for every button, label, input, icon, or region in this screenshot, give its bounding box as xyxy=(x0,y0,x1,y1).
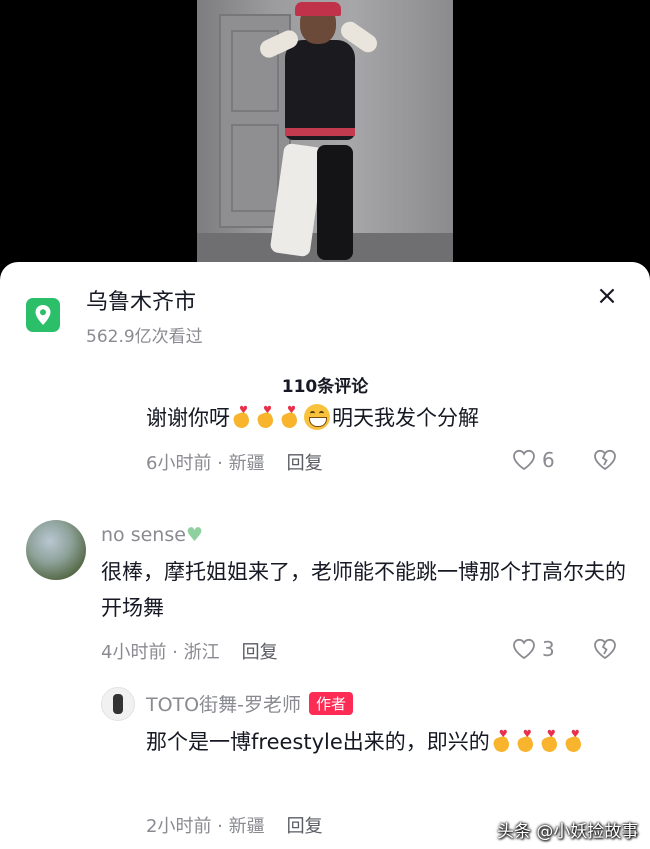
grin-emoji-icon xyxy=(304,404,330,430)
like-button[interactable]: 6 xyxy=(512,448,555,472)
finger-heart-emoji-icon: ♥ xyxy=(491,730,512,754)
video-frame[interactable] xyxy=(197,0,453,275)
comments-sheet: 乌鲁木齐市 562.9亿次看过 × 110条评论 谢谢你呀 ♥ ♥ ♥ 明天我发个分解 … xyxy=(0,262,650,849)
dislike-button[interactable] xyxy=(593,638,617,664)
heart-icon xyxy=(513,638,535,660)
avatar[interactable] xyxy=(26,520,86,580)
comment-text: 谢谢你呀 ♥ ♥ ♥ 明天我发个分解 xyxy=(146,400,479,436)
location-views: 562.9亿次看过 xyxy=(86,327,203,347)
comment-time: 2小时前 xyxy=(146,816,212,837)
comment-time: 6小时前 xyxy=(146,453,212,474)
comment-region: 新疆 xyxy=(228,453,265,474)
reply-button[interactable]: 回复 xyxy=(242,642,278,663)
reply-text: 那个是一博freestyle出来的，即兴的 ♥ ♥ ♥ ♥ xyxy=(146,724,626,760)
location-title[interactable]: 乌鲁木齐市 xyxy=(86,284,196,316)
username-text: no sense xyxy=(101,524,186,546)
finger-heart-emoji-icon: ♥ xyxy=(256,406,276,430)
video-player[interactable] xyxy=(0,0,650,275)
author-avatar[interactable] xyxy=(101,687,135,721)
comment-meta: 6小时前 · 新疆 回复 xyxy=(146,453,323,474)
like-count: 3 xyxy=(542,637,555,661)
broken-heart-icon xyxy=(594,638,616,660)
dislike-button[interactable] xyxy=(593,449,617,475)
watermark: 头条 @小妖捡故事 xyxy=(497,822,639,842)
comment-region: 新疆 xyxy=(228,816,265,837)
finger-heart-emoji-icon: ♥ xyxy=(280,406,300,430)
close-button[interactable]: × xyxy=(592,282,622,312)
comment-username[interactable]: no sense♥ xyxy=(101,524,203,546)
reply-button[interactable]: 回复 xyxy=(287,816,323,837)
finger-heart-emoji-icon: ♥ xyxy=(539,730,560,754)
like-button[interactable]: 3 xyxy=(512,637,555,661)
comment-text: 很棒，摩托姐姐来了，老师能不能跳一博那个打高尔夫的开场舞 xyxy=(101,560,626,620)
like-count: 6 xyxy=(542,448,555,472)
comment-text-part: 明天我发个分解 xyxy=(332,406,479,430)
location-pin-icon[interactable] xyxy=(26,298,60,332)
author-badge: 作者 xyxy=(308,692,353,715)
finger-heart-emoji-icon: ♥ xyxy=(563,730,584,754)
heart-icon xyxy=(513,449,535,471)
reply-button[interactable]: 回复 xyxy=(287,453,323,474)
reply-meta: 2小时前 · 新疆 回复 xyxy=(146,816,323,837)
finger-heart-emoji-icon: ♥ xyxy=(515,730,536,754)
reply-username[interactable]: TOTO街舞-罗老师 作者 xyxy=(146,690,353,717)
username-text: TOTO街舞-罗老师 xyxy=(146,694,301,716)
comment-text-part: 谢谢你呀 xyxy=(146,406,230,430)
finger-heart-emoji-icon: ♥ xyxy=(232,406,252,430)
comment-region: 浙江 xyxy=(183,642,220,663)
comment-meta: 4小时前 · 浙江 回复 xyxy=(101,642,278,663)
comments-count: 110条评论 xyxy=(281,377,369,397)
broken-heart-icon xyxy=(594,449,616,471)
comment-time: 4小时前 xyxy=(101,642,167,663)
reply-text-part: 那个是一博freestyle出来的，即兴的 xyxy=(146,730,490,754)
green-heart-icon: ♥ xyxy=(185,524,203,546)
